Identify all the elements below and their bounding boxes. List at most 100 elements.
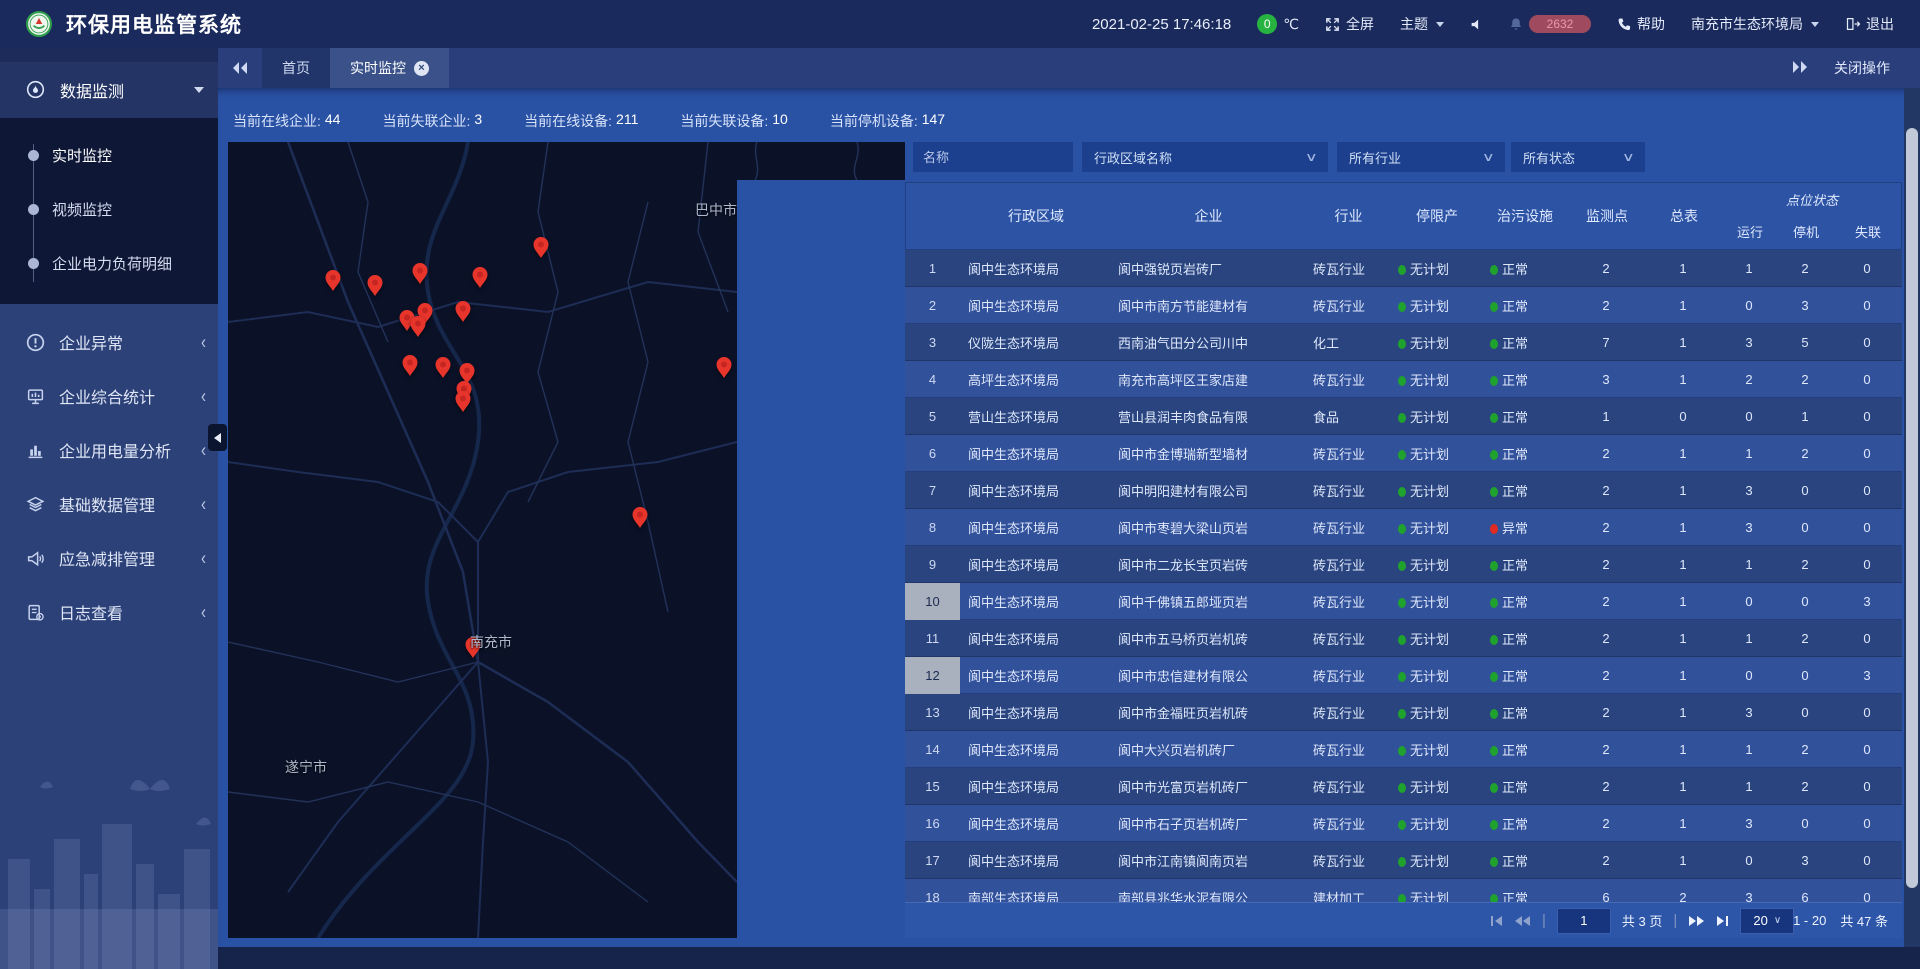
previous-page-button[interactable] [1514, 915, 1531, 927]
table-cell: 2 [1566, 520, 1646, 535]
table-cell: 2 [1566, 705, 1646, 720]
sidebar-item-3[interactable]: 基础数据管理‹ [0, 484, 218, 524]
region-select[interactable]: 行政区域名称 ∨ [1082, 142, 1328, 172]
first-page-button[interactable] [1490, 915, 1503, 927]
table-row[interactable]: 11阆中生态环境局阆中市五马桥页岩机砖砖瓦行业无计划正常21120 [905, 620, 1902, 657]
table-row[interactable]: 16阆中生态环境局阆中市石子页岩机砖厂砖瓦行业无计划正常21300 [905, 805, 1902, 842]
table-row[interactable]: 18南部生态环境局南部县兆华水泥有限公建材加工无计划正常62360 [905, 879, 1902, 902]
map-pin-0[interactable] [324, 268, 342, 292]
org-dropdown[interactable]: 南充市生态环境局 [1691, 14, 1819, 34]
scrollbar-thumb[interactable] [1906, 128, 1918, 888]
tabs-scroll-left-button[interactable] [218, 48, 262, 88]
table-cell: 1 [1646, 816, 1720, 831]
cell-facility-status: 正常 [1482, 555, 1566, 574]
sidebar-subitem-1[interactable]: 视频监控 [0, 182, 218, 236]
table-row[interactable]: 2阆中生态环境局阆中市南方节能建材有砖瓦行业无计划正常21030 [905, 287, 1902, 324]
pagination-controls: | 1 共 3 页 | 20 ∨ [1490, 903, 1794, 938]
table-cell: 1 [1646, 446, 1720, 461]
map-pin-4[interactable] [532, 235, 550, 259]
map-view[interactable]: 巴中市南充市遂宁市 [228, 142, 737, 938]
column-header-0: 行政区域 [961, 183, 1111, 249]
map-pin-7[interactable] [454, 299, 472, 323]
scrollbar-track[interactable] [1904, 88, 1920, 947]
table-cell: 0 [1832, 705, 1902, 720]
logout-button[interactable]: 退出 [1845, 14, 1894, 34]
table-row[interactable]: 3仪陇生态环境局西南油气田分公司川中化工无计划正常71350 [905, 324, 1902, 361]
table-row[interactable]: 7阆中生态环境局阆中明阳建材有限公司砖瓦行业无计划正常21300 [905, 472, 1902, 509]
map-pin-14[interactable] [715, 355, 733, 379]
table-row[interactable]: 13阆中生态环境局阆中市金福旺页岩机砖砖瓦行业无计划正常21300 [905, 694, 1902, 731]
theme-dropdown[interactable]: 主题 [1400, 14, 1444, 34]
map-pin-15[interactable] [631, 505, 649, 529]
map-pin-8[interactable] [409, 314, 427, 338]
page-number-input[interactable]: 1 [1557, 908, 1611, 934]
sidebar-subitem-2[interactable]: 企业电力负荷明细 [0, 236, 218, 290]
cell-facility-status: 正常 [1482, 666, 1566, 685]
industry-select[interactable]: 所有行业 ∨ [1337, 142, 1505, 172]
sidebar-subitem-0[interactable]: 实时监控 [0, 128, 218, 182]
table-cell: 0 [1832, 372, 1902, 387]
table-row[interactable]: 9阆中生态环境局阆中市二龙长宝页岩砖砖瓦行业无计划正常21120 [905, 546, 1902, 583]
sidebar-item-5[interactable]: 日志查看‹ [0, 592, 218, 632]
fullscreen-button[interactable]: 全屏 [1325, 14, 1374, 34]
map-collapse-handle[interactable] [208, 424, 227, 451]
double-chevron-right-icon [1792, 60, 1808, 74]
status-select[interactable]: 所有状态 ∨ [1511, 142, 1645, 172]
table-row[interactable]: 4高坪生态环境局南充市高坪区王家店建砖瓦行业无计划正常31220 [905, 361, 1902, 398]
bullet-dot-icon [28, 258, 39, 269]
table-cell: 2 [1566, 261, 1646, 276]
table-cell: 0 [1832, 853, 1902, 868]
table-cell: 3 [1832, 668, 1902, 683]
close-operations-button[interactable]: 关闭操作 [1834, 58, 1890, 78]
table-row[interactable]: 17阆中生态环境局阆中市江南镇阆南页岩砖瓦行业无计划正常21030 [905, 842, 1902, 879]
alert-icon [26, 333, 45, 352]
last-page-button[interactable] [1716, 915, 1729, 927]
next-page-button[interactable] [1688, 915, 1705, 927]
sidebar-item-1[interactable]: 企业综合统计‹ [0, 376, 218, 416]
cell-limit-status: 无计划 [1390, 444, 1482, 463]
double-chevron-right-icon [1688, 915, 1705, 927]
table-row[interactable]: 15阆中生态环境局阆中市光富页岩机砖厂砖瓦行业无计划正常21120 [905, 768, 1902, 805]
sidebar-group-data-monitoring[interactable]: 数据监测 [0, 62, 218, 118]
table-cell: 营山县润丰肉食品有限 [1110, 407, 1305, 426]
table-row[interactable]: 10阆中生态环境局阆中千佛镇五郎垭页岩砖瓦行业无计划正常21003 [905, 583, 1902, 620]
name-search-input[interactable] [913, 142, 1073, 172]
map-pin-3[interactable] [471, 265, 489, 289]
help-button[interactable]: 帮助 [1617, 14, 1665, 34]
bullet-dot-icon [28, 204, 39, 215]
map-pin-9[interactable] [401, 353, 419, 377]
table-row[interactable]: 12阆中生态环境局阆中市忠信建材有限公砖瓦行业无计划正常21003 [905, 657, 1902, 694]
city-silhouette-decoration [0, 769, 218, 969]
page-size-select[interactable]: 20 ∨ [1740, 908, 1794, 934]
table-row[interactable]: 5营山生态环境局营山县润丰肉食品有限食品无计划正常10010 [905, 398, 1902, 435]
table-cell: 1 [905, 250, 960, 287]
table-cell: 2 [1646, 890, 1720, 902]
sidebar-item-0[interactable]: 企业异常‹ [0, 322, 218, 362]
map-pin-13[interactable] [454, 389, 472, 413]
tab-close-icon[interactable]: × [414, 61, 429, 76]
table-cell: 南充市高坪区王家店建 [1110, 370, 1305, 389]
table-row[interactable]: 6阆中生态环境局阆中市金博瑞新型墙材砖瓦行业无计划正常21120 [905, 435, 1902, 472]
map-pin-2[interactable] [411, 261, 429, 285]
tab-1[interactable]: 实时监控× [330, 48, 449, 88]
map-pin-1[interactable] [366, 273, 384, 297]
table-cell: 砖瓦行业 [1305, 444, 1390, 463]
status-dot-icon [1398, 709, 1406, 719]
tab-0[interactable]: 首页 [262, 48, 330, 88]
cell-limit-status: 无计划 [1390, 592, 1482, 611]
table-row[interactable]: 1阆中生态环境局阆中强锐页岩砖厂砖瓦行业无计划正常21120 [905, 250, 1902, 287]
table-row[interactable]: 8阆中生态环境局阆中市枣碧大梁山页岩砖瓦行业无计划异常21300 [905, 509, 1902, 546]
sidebar-item-2[interactable]: 企业用电量分析‹ [0, 430, 218, 470]
map-pin-10[interactable] [434, 355, 452, 379]
table-cell: 2 [1720, 372, 1778, 387]
sound-button[interactable] [1470, 18, 1483, 31]
table-cell: 0 [1832, 298, 1902, 313]
notifications[interactable]: 2632 [1509, 15, 1591, 33]
tabs-scroll-right-button[interactable] [1792, 60, 1808, 77]
status-dot-icon [1398, 413, 1406, 423]
sidebar-item-4[interactable]: 应急减排管理‹ [0, 538, 218, 578]
table-row[interactable]: 14阆中生态环境局阆中大兴页岩机砖厂砖瓦行业无计划正常21120 [905, 731, 1902, 768]
table-cell: 0 [1720, 594, 1778, 609]
table-cell: 0 [1778, 668, 1832, 683]
column-header-1: 企业 [1111, 183, 1306, 249]
